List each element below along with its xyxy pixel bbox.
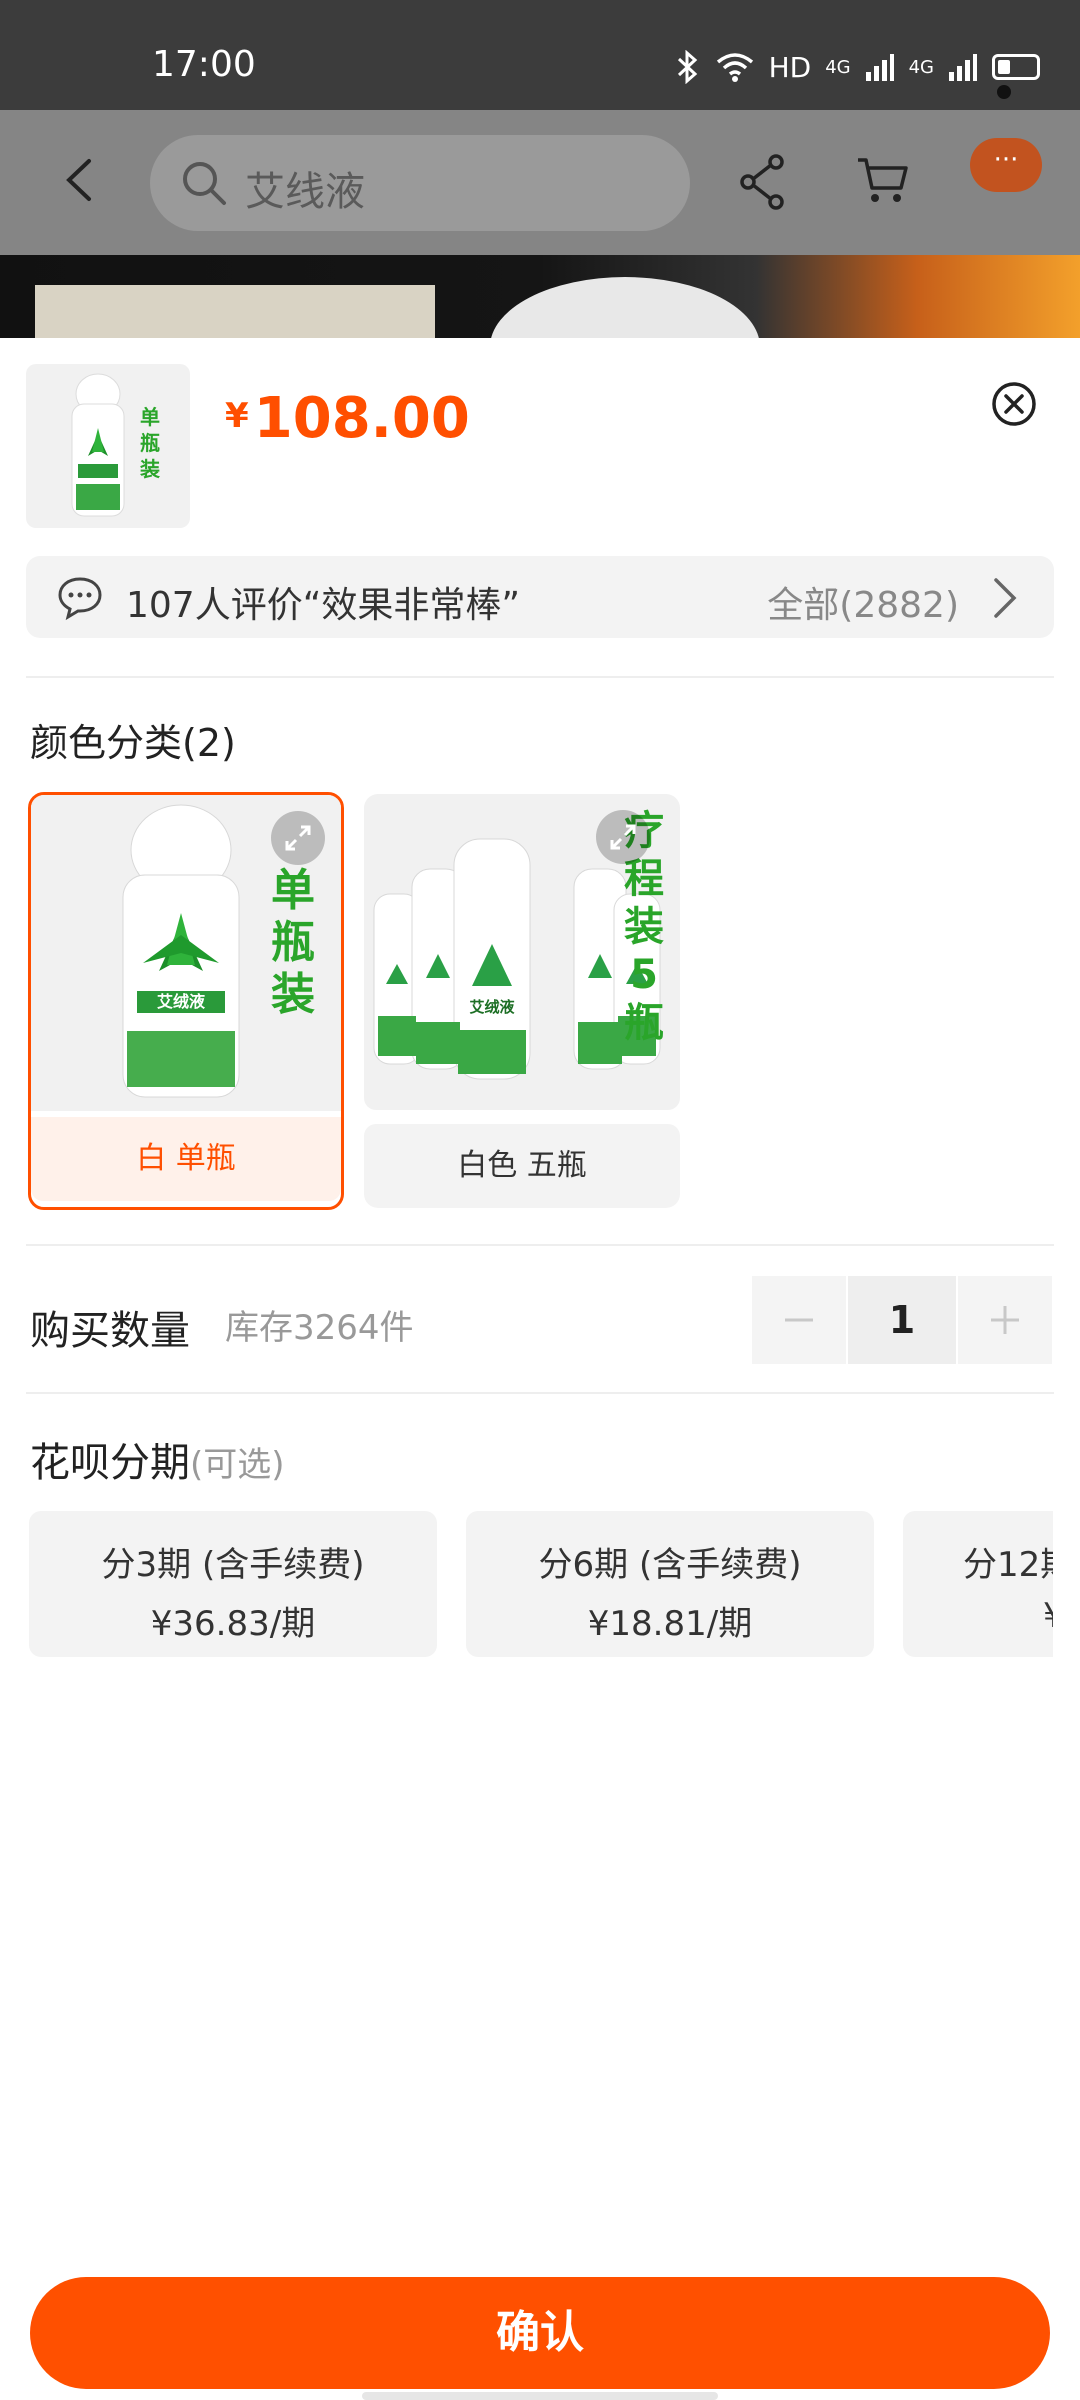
- status-time: 17:00: [152, 44, 256, 85]
- variant-label: 白色 五瓶: [364, 1124, 680, 1208]
- banner-plate-image: [490, 277, 760, 340]
- svg-text:装: 装: [271, 969, 315, 1020]
- more-menu-icon[interactable]: ···: [970, 138, 1042, 192]
- wifi-icon: [716, 53, 753, 82]
- decrease-button[interactable]: [752, 1276, 846, 1364]
- review-summary-row[interactable]: 107人评价“效果非常棒” 全部(2882): [26, 556, 1054, 638]
- divider: [26, 1392, 1054, 1394]
- plan-amount: ¥36.83/期: [150, 1604, 316, 1644]
- svg-text:单: 单: [271, 865, 315, 916]
- svg-text:装: 装: [624, 904, 664, 950]
- review-all-link[interactable]: 全部(2882): [767, 576, 959, 628]
- installment-optional: (可选): [190, 1445, 285, 1485]
- plan-period: 分3期 (含手续费): [101, 1545, 365, 1585]
- variant-section-title: 颜色分类(2): [30, 721, 236, 765]
- price-value: 108.00: [253, 386, 470, 451]
- expand-icon[interactable]: [271, 811, 325, 865]
- review-summary-text: 107人评价“效果非常棒”: [126, 585, 521, 626]
- chat-bubble-icon: [58, 577, 102, 621]
- increase-button[interactable]: [958, 1276, 1052, 1364]
- variant-brand-label: 艾绒液: [469, 998, 515, 1016]
- svg-text:瓶: 瓶: [140, 431, 160, 455]
- home-indicator: [362, 2392, 718, 2400]
- variant-option-single[interactable]: 艾绒液 单 瓶 装 白 单瓶: [28, 792, 344, 1210]
- share-icon[interactable]: [738, 152, 788, 212]
- search-placeholder: 艾线液: [245, 169, 365, 215]
- plan-amount: ¥18.81/期: [587, 1604, 753, 1644]
- network-label: HD: [768, 50, 812, 84]
- signal-icon: [949, 54, 977, 81]
- back-arrow-icon[interactable]: [55, 155, 105, 205]
- product-thumbnail[interactable]: 单 瓶 装: [26, 364, 190, 528]
- installment-plan-6[interactable]: 分6期 (含手续费) ¥18.81/期: [466, 1511, 874, 1657]
- notification-dot: [997, 85, 1011, 99]
- variant-brand-label: 艾绒液: [157, 992, 206, 1011]
- variant-label: 白 单瓶: [31, 1117, 341, 1201]
- close-icon[interactable]: [990, 380, 1038, 428]
- cart-icon[interactable]: [855, 152, 911, 208]
- search-box[interactable]: 艾线液: [150, 135, 690, 231]
- svg-text:单: 单: [140, 405, 160, 429]
- svg-text:瓶: 瓶: [624, 1000, 664, 1046]
- plan-period: 分6期 (含手续费): [538, 1545, 802, 1585]
- installment-plan-12[interactable]: 分12期 ¥: [903, 1511, 1053, 1657]
- expand-icon[interactable]: [596, 810, 650, 864]
- quantity-stepper: 1: [752, 1276, 1052, 1364]
- plus-icon: [991, 1306, 1019, 1334]
- banner-box-image: [35, 285, 435, 340]
- product-banner: [0, 255, 1080, 340]
- svg-text:瓶: 瓶: [271, 917, 315, 968]
- sku-sheet: 单 瓶 装 ¥ 108.00 107人评价“效果非常棒” 全部(2882) 颜色…: [0, 338, 1080, 2400]
- minus-icon: [785, 1318, 813, 1322]
- status-icons: HD 4G 4G: [675, 50, 1040, 84]
- quantity-title: 购买数量: [30, 1308, 190, 1354]
- installment-plan-12-clip: 分12期 ¥: [903, 1511, 1053, 1657]
- search-icon: [183, 162, 226, 205]
- plan-amount: ¥: [963, 1596, 1053, 1636]
- variant-option-five[interactable]: 艾绒液 疗 程 装 5 瓶 白色 五瓶: [364, 794, 680, 1208]
- divider: [26, 676, 1054, 678]
- battery-icon: [992, 54, 1040, 80]
- quantity-value[interactable]: 1: [848, 1276, 956, 1364]
- plan-period: 分12期: [963, 1545, 1053, 1585]
- bluetooth-icon: [677, 50, 697, 84]
- chevron-right-icon: [994, 578, 1017, 618]
- signal-icon: [865, 54, 894, 81]
- installment-title-text: 花呗分期: [30, 1440, 190, 1486]
- installment-plan-3[interactable]: 分3期 (含手续费) ¥36.83/期: [29, 1511, 437, 1657]
- status-bar: 17:00 HD 4G 4G: [0, 0, 1080, 110]
- topbar: 艾线液 ···: [0, 110, 1080, 255]
- svg-text:5: 5: [630, 952, 658, 998]
- installment-title: 花呗分期(可选): [30, 1430, 285, 1488]
- bottle-image: 单 瓶 装: [71, 373, 160, 517]
- svg-text:装: 装: [139, 457, 160, 481]
- price: ¥ 108.00: [225, 386, 470, 451]
- confirm-button[interactable]: 确认: [30, 2277, 1050, 2389]
- stock-text: 库存3264件: [225, 1308, 414, 1348]
- price-currency: ¥: [225, 396, 249, 436]
- signal-2-label: 4G: [908, 56, 934, 78]
- divider: [26, 1244, 1054, 1246]
- signal-1-label: 4G: [825, 56, 851, 78]
